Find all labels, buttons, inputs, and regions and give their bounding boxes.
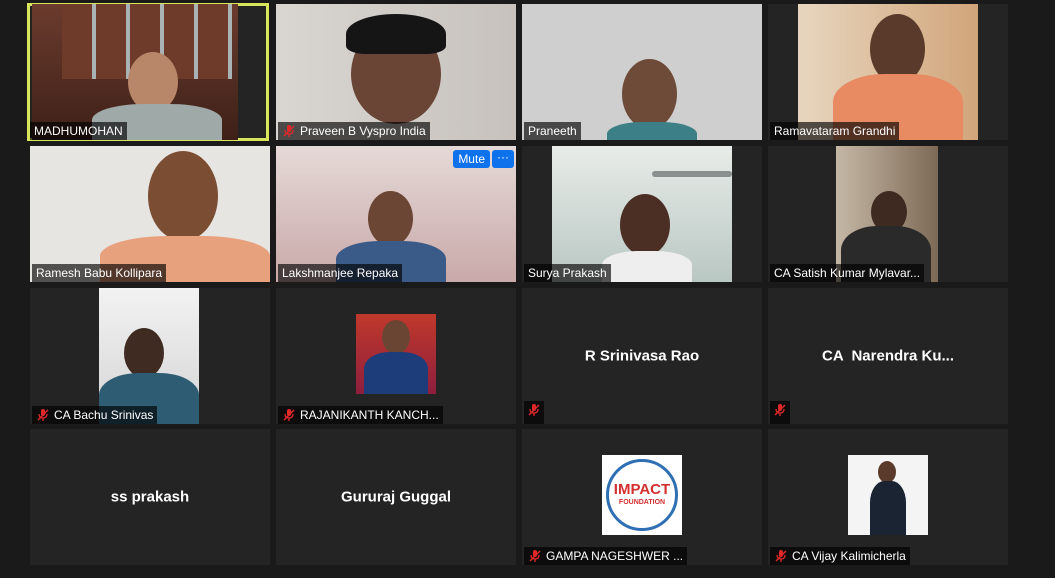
participant-head [620,194,670,256]
video-tile-madhumohan[interactable]: MADHUMOHAN [27,3,269,141]
participant-head [148,151,218,241]
participant-name-label: MADHUMOHAN [30,122,127,140]
video-tile-narendra[interactable]: CA Narendra Ku... [768,288,1008,424]
more-options-button[interactable]: ··· [492,150,514,168]
participant-name-label: RAJANIKANTH KANCH... [278,406,443,424]
participant-name-label: Surya Prakash [524,264,611,282]
participant-name-label: Ramesh Babu Kollipara [32,264,167,282]
video-tile-srinivasa-rao[interactable]: R Srinivasa Rao [522,288,762,424]
participant-body [607,122,697,140]
mic-muted-icon [282,408,296,422]
participant-head [382,320,410,354]
mic-muted-icon [773,403,787,417]
participant-head [622,59,677,129]
mic-muted-indicator [524,401,544,424]
mic-muted-icon [36,408,50,422]
profile-picture [848,455,928,535]
participant-display-name: R Srinivasa Rao [584,347,700,365]
participant-head [368,191,413,246]
participant-head [124,328,164,378]
participant-name-label: CA Vijay Kalimicherla [770,547,910,565]
video-tile-gururaj[interactable]: Gururaj Guggal [276,429,516,565]
video-tile-bachu[interactable]: CA Bachu Srinivas [30,288,270,424]
video-tile-ramavataram[interactable]: Ramavataram Grandhi [768,4,1008,140]
participant-head [128,52,178,112]
participant-name-label: GAMPA NAGESHWER ... [524,547,688,565]
participant-name-label: CA Bachu Srinivas [32,406,158,424]
video-tile-surya[interactable]: Surya Prakash [522,146,762,282]
video-feed [836,146,938,282]
participant-display-name: CA Narendra Ku... [822,347,954,365]
video-tile-rajanikanth[interactable]: RAJANIKANTH KANCH... [276,288,516,424]
participant-name-label: Praveen B Vyspro India [278,122,430,140]
video-tile-satish[interactable]: CA Satish Kumar Mylavar... [768,146,1008,282]
logo-text-impact: IMPACT [613,481,671,498]
video-tile-praveen[interactable]: Praveen B Vyspro India [276,4,516,140]
participant-hair [346,14,446,54]
video-feed [522,4,762,140]
participant-name-label: Ramavataram Grandhi [770,122,900,140]
video-feed [99,288,199,424]
video-feed [30,146,270,282]
impact-foundation-logo: IMPACT FOUNDATION [602,455,682,535]
participant-body [602,251,692,282]
video-feed [798,4,978,140]
participant-body [364,352,428,394]
mic-muted-indicator [770,401,790,424]
mic-muted-icon [527,403,541,417]
participant-name-label: Lakshmanjee Repaka [278,264,403,282]
video-feed [32,4,238,140]
mute-participant-button[interactable]: Mute [453,150,490,168]
profile-picture [356,314,436,394]
participant-body [870,481,906,535]
mic-muted-icon [528,549,542,563]
video-tile-gampa[interactable]: IMPACT FOUNDATION GAMPA NAGESHWER ... [522,429,762,565]
participant-head [878,461,896,483]
video-feed [552,146,732,282]
logo-text-foundation: FOUNDATION [618,499,666,506]
video-tile-ss-prakash[interactable]: ss prakash [30,429,270,565]
video-tile-ramesh[interactable]: Ramesh Babu Kollipara [30,146,270,282]
video-feed [276,4,516,140]
participant-display-name: Gururaj Guggal [340,488,451,506]
participant-name-label: CA Satish Kumar Mylavar... [770,264,925,282]
mic-muted-icon [282,124,296,138]
video-tile-praneeth[interactable]: Praneeth [522,4,762,140]
video-tile-vijay[interactable]: CA Vijay Kalimicherla [768,429,1008,565]
participant-display-name: ss prakash [110,488,190,506]
mic-muted-icon [774,549,788,563]
participant-name-label: Praneeth [524,122,581,140]
ceiling-fan [652,171,732,177]
video-tile-lakshmanjee[interactable]: Mute ··· Lakshmanjee Repaka [276,146,516,282]
